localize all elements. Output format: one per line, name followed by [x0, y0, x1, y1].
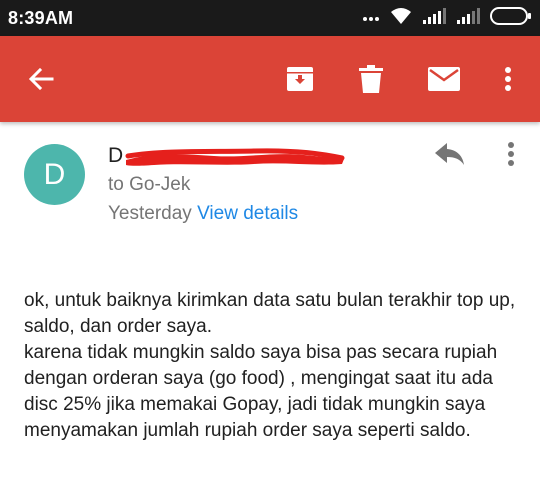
- mark-unread-button[interactable]: [418, 53, 470, 105]
- more-vert-icon: [508, 142, 514, 166]
- battery-icon: [490, 6, 532, 31]
- reply-icon: [435, 143, 464, 165]
- more-options-button[interactable]: [482, 53, 534, 105]
- message-paragraph: karena tidak mungkin saldo saya bisa pas…: [24, 342, 498, 441]
- archive-icon: [287, 67, 313, 91]
- status-bar: 8:39AM: [0, 0, 540, 36]
- wifi-icon: [390, 7, 412, 30]
- more-vert-icon: [505, 67, 511, 91]
- view-details-link[interactable]: View details: [197, 203, 298, 224]
- signal-icon: [422, 7, 446, 29]
- status-icons: [362, 6, 532, 31]
- message-date: Yesterday: [108, 203, 192, 224]
- message-view: D D to Go-Jek Yesterday View details ok,…: [0, 122, 540, 496]
- dots-icon: [362, 9, 380, 27]
- toolbar: [0, 36, 540, 122]
- delete-button[interactable]: [345, 53, 397, 105]
- recipient-line: to Go-Jek: [108, 174, 191, 195]
- message-body: ok, untuk baiknya kirimkan data satu bul…: [24, 288, 524, 444]
- back-button[interactable]: [15, 53, 67, 105]
- redaction-scribble: [125, 148, 345, 166]
- message-paragraph: ok, untuk baiknya kirimkan data satu bul…: [24, 290, 516, 337]
- archive-button[interactable]: [274, 53, 326, 105]
- avatar[interactable]: D: [24, 144, 85, 205]
- message-more-button[interactable]: [496, 136, 526, 172]
- date-line: Yesterday View details: [108, 203, 298, 225]
- signal-icon: [456, 7, 480, 29]
- back-arrow-icon: [28, 68, 54, 90]
- sender-name: D: [108, 144, 124, 167]
- reply-button[interactable]: [426, 136, 474, 172]
- status-time: 8:39AM: [8, 8, 74, 28]
- mail-icon: [428, 67, 460, 91]
- delete-icon: [359, 65, 383, 93]
